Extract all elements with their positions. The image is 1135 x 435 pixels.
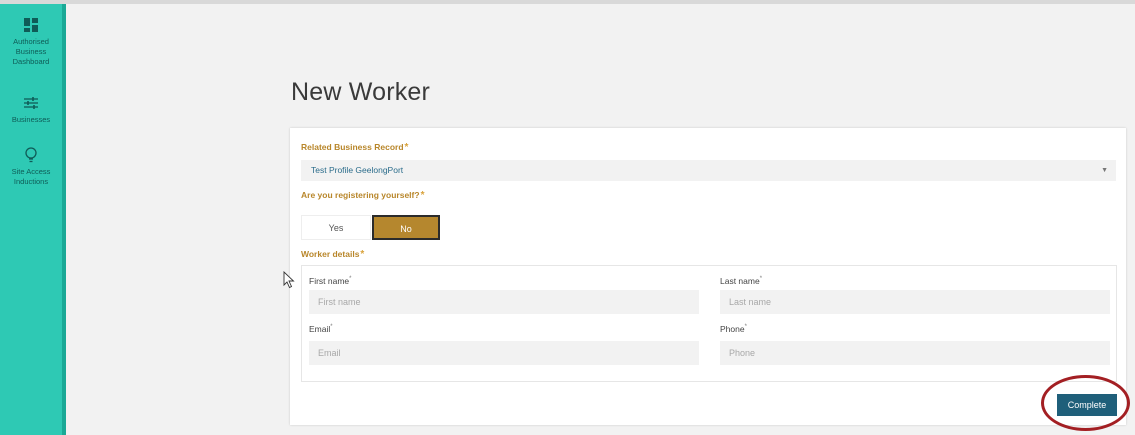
mouse-pointer-icon xyxy=(283,271,295,289)
lightbulb-icon xyxy=(25,147,37,163)
related-business-label: Related Business Record* xyxy=(301,142,409,153)
sidebar-item-site-access-inductions[interactable]: Site Access Inductions xyxy=(0,146,62,187)
no-option-button[interactable]: No xyxy=(372,215,440,240)
worker-details-panel: First name* Last name* Email* Phone* xyxy=(301,265,1117,382)
sidebar-item-label: Authorised Business Dashboard xyxy=(12,37,50,66)
yes-option-button[interactable]: Yes xyxy=(301,215,371,240)
required-asterisk: * xyxy=(360,249,365,260)
sidebar-item-label: Businesses xyxy=(11,115,51,124)
required-asterisk: * xyxy=(404,142,409,153)
last-name-label: Last name* xyxy=(720,276,763,286)
sidebar-item-label: Site Access Inductions xyxy=(11,167,51,186)
email-input[interactable] xyxy=(309,341,699,365)
required-asterisk: * xyxy=(420,190,425,201)
dropdown-caret-icon: ▼ xyxy=(1101,167,1108,174)
related-business-select[interactable]: Test Profile GeelongPort ▼ xyxy=(301,160,1116,181)
email-label: Email* xyxy=(309,324,333,334)
top-border xyxy=(0,0,1135,4)
first-name-label: First name* xyxy=(309,276,352,286)
sidebar-item-dashboard[interactable]: Authorised Business Dashboard xyxy=(0,16,62,67)
highlight-annotation-ring xyxy=(1041,375,1130,431)
register-self-toggle: Yes No xyxy=(301,215,441,240)
related-business-value: Test Profile GeelongPort xyxy=(311,165,404,175)
sliders-icon xyxy=(24,97,38,109)
sidebar-item-businesses[interactable]: Businesses xyxy=(0,94,62,125)
new-worker-form: Related Business Record* Test Profile Ge… xyxy=(290,128,1126,425)
phone-input[interactable] xyxy=(720,341,1110,365)
register-self-label: Are you registering yourself?* xyxy=(301,190,425,201)
last-name-input[interactable] xyxy=(720,290,1110,314)
dashboard-grid-icon xyxy=(24,18,38,32)
worker-details-label: Worker details* xyxy=(301,249,365,260)
page-title: New Worker xyxy=(291,78,431,106)
phone-label: Phone* xyxy=(720,324,747,334)
first-name-input[interactable] xyxy=(309,290,699,314)
sidebar: Authorised Business Dashboard Businesses… xyxy=(0,4,66,435)
